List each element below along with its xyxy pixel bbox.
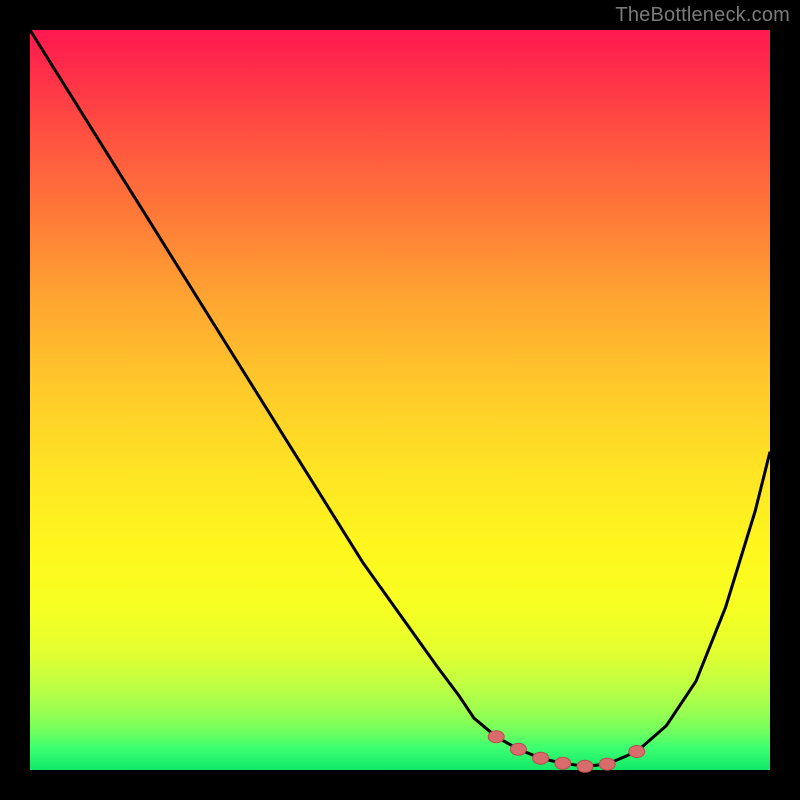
- curve-marker: [629, 746, 645, 758]
- curve-marker: [555, 757, 571, 769]
- plot-area: [30, 30, 770, 770]
- bottleneck-curve: [30, 30, 770, 770]
- curve-marker: [599, 758, 615, 770]
- chart-frame: TheBottleneck.com: [0, 0, 800, 800]
- curve-marker: [577, 760, 593, 772]
- curve-marker: [533, 752, 549, 764]
- curve-marker: [488, 731, 504, 743]
- attribution-text: TheBottleneck.com: [615, 4, 790, 27]
- curve-line: [30, 30, 770, 766]
- curve-markers: [488, 731, 645, 773]
- curve-marker: [510, 743, 526, 755]
